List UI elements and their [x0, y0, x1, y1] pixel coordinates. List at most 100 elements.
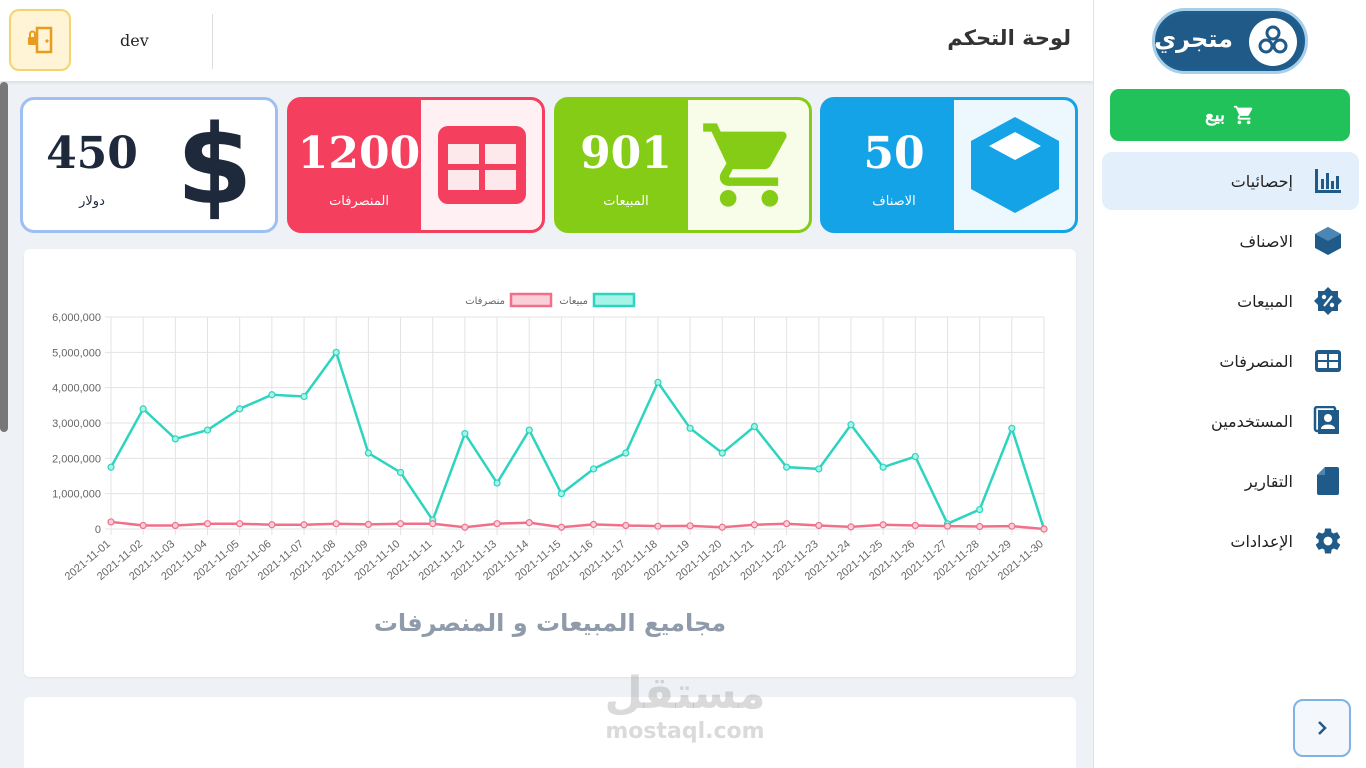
data-point: [268, 521, 276, 529]
sidebar-item-categories[interactable]: الاصناف: [1102, 212, 1359, 270]
cart-icon: [1233, 105, 1253, 125]
top-header: dev لوحة التحكم: [0, 0, 1093, 81]
data-point: [557, 523, 566, 531]
sidebar-item-label: المنصرفات: [1219, 351, 1293, 371]
table-icon: [1311, 344, 1345, 378]
data-point: [879, 521, 887, 529]
data-point: [976, 505, 984, 514]
data-point: [654, 378, 662, 386]
data-point: [461, 430, 469, 438]
data-point: [557, 490, 566, 498]
data-point: [429, 520, 437, 528]
data-point: [203, 426, 212, 434]
watermark: مستقل mostaql.com: [590, 668, 780, 744]
y-tick-label: 3,000,000: [52, 418, 101, 430]
stat-card-categories[interactable]: 50 الاصناف: [820, 97, 1078, 233]
data-point: [718, 523, 726, 531]
stat-card-dollars[interactable]: $ 450 دولار: [20, 97, 278, 233]
data-point: [976, 522, 984, 531]
chart-panel: 0 1,000,000 2,000,000 3,000,000 4,000,000 5,0…: [24, 249, 1076, 677]
cube-icon: [1311, 224, 1345, 258]
sidebar-item-label: الاصناف: [1239, 231, 1293, 251]
sidebar-nav: إحصائيات الاصناف المبيعات المنصرفات المس…: [1102, 152, 1359, 572]
legend-label: منصرفات: [465, 296, 505, 307]
data-point: [622, 449, 630, 457]
stat-card-expenses[interactable]: 1200 المنصرفات: [287, 97, 545, 233]
stat-label: المنصرفات: [329, 194, 389, 209]
sidebar-item-reports[interactable]: التقارير: [1102, 452, 1359, 510]
data-point: [171, 435, 179, 443]
y-tick-label: 4,000,000: [52, 383, 101, 395]
series-line: [110, 520, 1045, 531]
dollar-icon: $: [176, 101, 253, 229]
data-point: [203, 520, 212, 528]
data-point: [686, 522, 694, 530]
gear-icon: [1311, 524, 1345, 558]
data-point: [686, 424, 694, 432]
cart-icon: [702, 123, 786, 207]
collapse-sidebar-button[interactable]: [1293, 699, 1351, 757]
legend-label: مبيعات: [559, 296, 588, 307]
data-point: [911, 452, 919, 461]
scrollbar[interactable]: [0, 82, 8, 432]
data-point: [139, 521, 147, 530]
y-tick-label: 0: [95, 524, 101, 536]
series-line: [109, 349, 1046, 530]
sidebar-item-settings[interactable]: الإعدادات: [1102, 512, 1359, 570]
data-point: [236, 520, 244, 528]
sidebar-item-label: التقارير: [1244, 471, 1293, 491]
data-point: [139, 405, 147, 413]
bar-chart-icon: [1311, 164, 1345, 198]
sidebar-item-sales[interactable]: المبيعات: [1102, 272, 1359, 330]
cube-icon: [970, 117, 1059, 213]
legend-swatch: [592, 292, 636, 308]
data-point: [364, 520, 372, 529]
data-point: [461, 523, 469, 531]
sell-button[interactable]: بيع: [1110, 89, 1350, 141]
user-name[interactable]: dev: [120, 31, 149, 50]
contacts-icon: [1311, 404, 1345, 438]
y-tick-label: 2,000,000: [52, 453, 101, 465]
sidebar-item-expenses[interactable]: المنصرفات: [1102, 332, 1359, 390]
sidebar-item-users[interactable]: المستخدمين: [1102, 392, 1359, 450]
sidebar-item-label: المستخدمين: [1211, 411, 1293, 431]
chevron-right-icon: [1318, 721, 1327, 735]
data-point: [525, 426, 533, 434]
data-point: [332, 348, 340, 356]
data-point: [783, 520, 791, 528]
sales-expenses-line-chart: 0 1,000,000 2,000,000 3,000,000 4,000,000 5,0…: [52, 292, 1048, 583]
data-point: [589, 465, 598, 473]
data-point: [268, 391, 276, 399]
hexagons-icon: [1249, 18, 1297, 66]
stat-label: الاصناف: [872, 194, 916, 209]
sidebar-item-statistics[interactable]: إحصائيات: [1102, 152, 1359, 210]
sidebar: متجري بيع إحصائيات الاصناف المبيعات المن…: [1093, 0, 1366, 768]
logout-button[interactable]: [9, 9, 71, 71]
page-title: لوحة التحكم: [947, 26, 1071, 50]
door-lock-icon: [28, 26, 53, 54]
sell-button-label: بيع: [1204, 104, 1226, 125]
watermark-english: mostaql.com: [605, 719, 765, 744]
data-point: [107, 518, 115, 526]
logo[interactable]: متجري: [1152, 8, 1308, 74]
data-point: [396, 468, 405, 477]
sidebar-item-label: الإعدادات: [1230, 531, 1293, 551]
stat-value: 901: [580, 128, 672, 179]
sidebar-item-label: المبيعات: [1237, 291, 1293, 311]
data-point: [589, 520, 598, 529]
data-point: [493, 479, 501, 487]
stat-card-sales[interactable]: 901 المبيعات: [554, 97, 812, 233]
table-icon: [437, 126, 526, 204]
data-point: [847, 421, 855, 429]
chart-title: مجاميع المبيعات و المنصرفات: [373, 609, 727, 637]
sidebar-item-label: إحصائيات: [1230, 171, 1293, 191]
secondary-panel: [24, 697, 1076, 768]
data-point: [815, 465, 823, 473]
data-point: [300, 392, 308, 401]
data-point: [879, 463, 887, 471]
data-point: [847, 523, 855, 531]
logo-text: متجري: [1154, 25, 1233, 53]
stat-value: 1200: [297, 128, 421, 179]
data-point: [107, 463, 115, 471]
stat-label: دولار: [79, 194, 105, 209]
